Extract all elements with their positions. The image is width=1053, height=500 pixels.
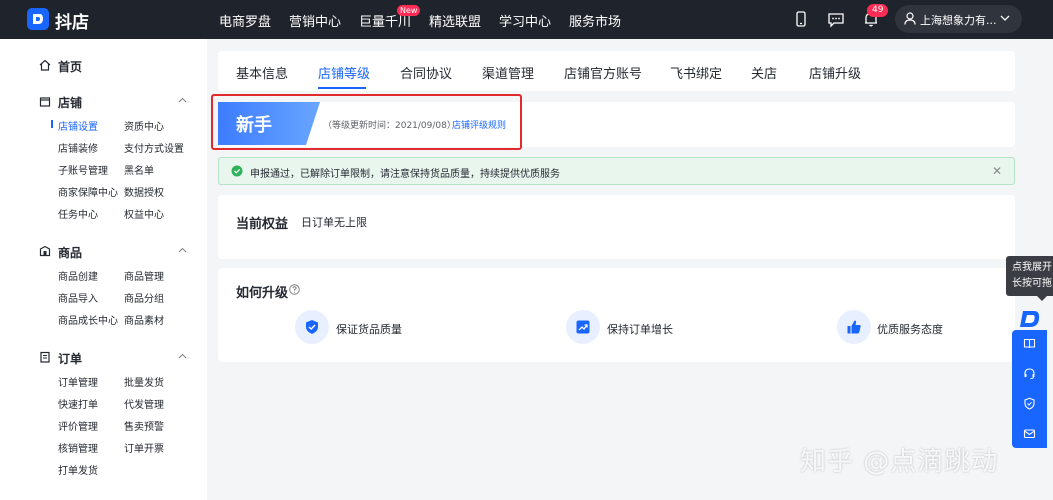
tab-basic-info[interactable]: 基本信息	[236, 63, 288, 82]
sidebar-link-blacklist[interactable]: 黑名单	[124, 162, 154, 177]
user-icon	[904, 12, 916, 25]
tab-official-accounts[interactable]: 店铺官方账号	[564, 63, 642, 82]
sidebar-link-product-growth[interactable]: 商品成长中心	[58, 312, 118, 327]
tab-channels[interactable]: 渠道管理	[482, 63, 534, 82]
rights-value: 日订单无上限	[301, 216, 367, 229]
mail-icon[interactable]	[1023, 427, 1036, 440]
notification-count-badge: 49	[867, 4, 889, 17]
rights-title: 当前权益	[236, 217, 289, 232]
tooltip-line-1: 点我展开	[1012, 262, 1052, 273]
sidebar-link-store-settings[interactable]: 店铺设置	[58, 118, 98, 133]
tooltip-line-2: 长按可拖	[1012, 278, 1052, 289]
doudian-logo-icon[interactable]	[27, 8, 49, 30]
sidebar-link-sale-alert[interactable]: 售卖预警	[124, 418, 164, 433]
sidebar-link-data-auth[interactable]: 数据授权	[124, 184, 164, 199]
help-icon[interactable]	[289, 284, 300, 295]
mobile-icon[interactable]	[792, 10, 810, 28]
tab-store-level[interactable]: 店铺等级	[318, 63, 370, 82]
sidebar-link-guarantee[interactable]: 商家保障中心	[58, 184, 118, 199]
sidebar-section-order[interactable]: 订单	[58, 350, 82, 367]
feature-service	[837, 310, 871, 344]
sidebar-section-product[interactable]: 商品	[58, 244, 82, 261]
trend-up-icon	[576, 320, 590, 334]
sidebar-link-verification[interactable]: 核销管理	[58, 440, 98, 455]
sidebar-link-reviews[interactable]: 评价管理	[58, 418, 98, 433]
chevron-down-icon	[1000, 15, 1010, 21]
sidebar-link-tasks[interactable]: 任务中心	[58, 206, 98, 221]
sidebar-link-product-group[interactable]: 商品分组	[124, 290, 164, 305]
chevron-up-icon[interactable]	[178, 97, 187, 103]
feature-growth-label: 保持订单增长	[607, 323, 673, 336]
nav-item-learning[interactable]: 学习中心	[499, 11, 551, 30]
nav-item-service-market[interactable]: 服务市场	[569, 11, 621, 30]
feature-service-label: 优质服务态度	[877, 323, 943, 336]
sidebar-section-store[interactable]: 店铺	[58, 94, 82, 111]
sidebar-link-subaccount[interactable]: 子账号管理	[58, 162, 108, 177]
brand-name[interactable]: 抖店	[55, 8, 89, 33]
sidebar-link-invoice[interactable]: 订单开票	[124, 440, 164, 455]
nav-item-compass[interactable]: 电商罗盘	[219, 11, 271, 30]
sidebar-link-product-create[interactable]: 商品创建	[58, 268, 98, 283]
order-icon	[40, 351, 50, 363]
sidebar-link-benefits[interactable]: 权益中心	[124, 206, 164, 221]
check-circle-icon	[231, 165, 243, 177]
sidebar: 首页 店铺 店铺设置 资质中心 店铺装修 支付方式设置 子账号管理 黑名单 商家…	[0, 39, 207, 500]
sidebar-link-qualification[interactable]: 资质中心	[124, 118, 164, 133]
tab-store-upgrade[interactable]: 店铺升级	[809, 63, 861, 82]
chevron-up-icon[interactable]	[178, 247, 187, 253]
watermark: 知乎 @点滴跳动	[800, 447, 999, 477]
top-bar: 抖店 电商罗盘 营销中心 巨量千川 New 精选联盟 学习中心 服务市场 49 …	[0, 0, 1053, 39]
nav-item-marketing[interactable]: 营销中心	[289, 11, 341, 30]
sidebar-link-order-manage[interactable]: 订单管理	[58, 374, 98, 389]
sidebar-item-home[interactable]: 首页	[58, 58, 82, 75]
sidebar-link-payment[interactable]: 支付方式设置	[124, 140, 184, 155]
sidebar-link-product-material[interactable]: 商品素材	[124, 312, 164, 327]
sidebar-link-batch-ship[interactable]: 批量发货	[124, 374, 164, 389]
headset-icon[interactable]	[1023, 367, 1036, 380]
tab-close-store[interactable]: 关店	[751, 63, 777, 82]
shield-check-icon	[306, 320, 318, 334]
active-tab-underline	[318, 87, 366, 89]
feature-quality	[295, 310, 329, 344]
feature-quality-label: 保证货品质量	[336, 323, 402, 336]
user-menu[interactable]: 上海想象力有...	[895, 5, 1022, 33]
upgrade-card	[218, 268, 1015, 362]
sidebar-link-decoration[interactable]: 店铺装修	[58, 140, 98, 155]
book-icon[interactable]	[1023, 337, 1036, 350]
tab-contracts[interactable]: 合同协议	[400, 63, 452, 82]
store-icon	[39, 97, 51, 107]
shield-icon[interactable]	[1023, 397, 1036, 410]
sidebar-link-product-manage[interactable]: 商品管理	[124, 268, 164, 283]
tab-feishu[interactable]: 飞书绑定	[670, 63, 722, 82]
product-icon	[39, 245, 51, 257]
highlight-box	[211, 94, 522, 150]
home-icon	[39, 59, 51, 71]
user-name: 上海想象力有...	[920, 14, 997, 27]
feature-growth	[566, 310, 600, 344]
active-indicator	[51, 120, 53, 128]
close-icon[interactable]: ✕	[992, 164, 1002, 178]
sidebar-link-quick-print[interactable]: 快速打单	[58, 396, 98, 411]
sidebar-link-dropship[interactable]: 代发管理	[124, 396, 164, 411]
tooltip-arrow	[1037, 296, 1047, 301]
float-tooltip: 点我展开 长按可拖	[1006, 256, 1053, 296]
message-icon[interactable]	[827, 10, 845, 28]
sidebar-link-product-import[interactable]: 商品导入	[58, 290, 98, 305]
alert-message: 申报通过，已解除订单限制，请注意保持货品质量，持续提供优质服务	[250, 169, 560, 180]
upgrade-title: 如何升级	[236, 286, 289, 301]
nav-item-alliance[interactable]: 精选联盟	[429, 11, 481, 30]
chevron-up-icon[interactable]	[178, 353, 187, 359]
sidebar-link-print-ship[interactable]: 打单发货	[58, 462, 98, 477]
doudian-float-logo-icon[interactable]	[1017, 308, 1045, 330]
thumbs-up-icon	[847, 320, 861, 334]
new-badge: New	[397, 5, 421, 16]
